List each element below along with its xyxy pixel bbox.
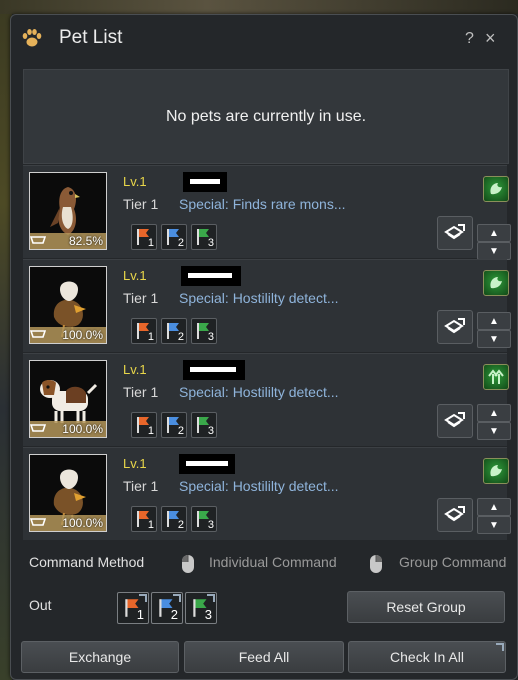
help-button[interactable]: ? bbox=[465, 30, 474, 48]
corner-marker-icon bbox=[207, 594, 215, 602]
swap-icon bbox=[444, 318, 465, 334]
exchange-button[interactable]: Exchange bbox=[21, 641, 179, 673]
food-bowl-icon bbox=[30, 424, 46, 432]
food-bowl-icon bbox=[30, 330, 46, 338]
pet-portrait[interactable]: 100.0% bbox=[29, 454, 107, 532]
pet-portrait[interactable]: 100.0% bbox=[29, 360, 107, 438]
out-group-2-button[interactable]: 2 bbox=[151, 592, 183, 624]
food-percent: 100.0% bbox=[62, 516, 103, 530]
food-bar: 100.0% bbox=[30, 327, 106, 343]
reset-group-button[interactable]: Reset Group bbox=[347, 591, 505, 623]
food-bar: 100.0% bbox=[30, 421, 106, 437]
pet-tier: Tier 1 bbox=[123, 290, 159, 306]
move-up-button[interactable]: ▲ bbox=[477, 224, 511, 242]
background-top bbox=[0, 0, 518, 14]
group-command-option[interactable]: Group Command bbox=[399, 554, 506, 570]
move-down-button[interactable]: ▼ bbox=[477, 422, 511, 440]
food-bowl-icon bbox=[30, 518, 46, 526]
move-up-button[interactable]: ▲ bbox=[477, 404, 511, 422]
out-label: Out bbox=[29, 597, 52, 613]
pet-name-redacted bbox=[181, 266, 241, 286]
pet-portrait[interactable]: 100.0% bbox=[29, 266, 107, 344]
out-group-1-button[interactable]: 1 bbox=[117, 592, 149, 624]
individual-command-option[interactable]: Individual Command bbox=[209, 554, 337, 570]
pet-level: Lv.1 bbox=[123, 268, 147, 283]
right-mouse-icon bbox=[370, 555, 382, 573]
food-bowl-icon bbox=[30, 236, 46, 244]
move-down-button[interactable]: ▼ bbox=[477, 516, 511, 534]
no-pets-message: No pets are currently in use. bbox=[165, 107, 367, 125]
food-bar: 100.0% bbox=[30, 515, 106, 531]
swap-button[interactable] bbox=[437, 404, 473, 438]
pet-name-redacted bbox=[179, 454, 235, 474]
pet-name-redacted bbox=[183, 360, 245, 380]
swap-button[interactable] bbox=[437, 216, 473, 250]
pet-portrait[interactable]: 82.5% bbox=[29, 172, 107, 250]
pet-special: Special: Hostililty detect... bbox=[179, 290, 339, 306]
corner-marker-icon bbox=[173, 594, 181, 602]
command-method-label: Command Method bbox=[29, 554, 145, 570]
pet-list-window: Pet List ? × No pets are currently in us… bbox=[10, 14, 518, 680]
left-mouse-icon bbox=[182, 555, 194, 573]
swap-icon bbox=[444, 224, 465, 240]
skill-growth-icon[interactable] bbox=[483, 364, 509, 390]
group-1-toggle[interactable]: 1 bbox=[131, 224, 157, 250]
pet-tier: Tier 1 bbox=[123, 196, 159, 212]
skill-hunt-icon[interactable] bbox=[483, 458, 509, 484]
pet-row[interactable]: 100.0% Lv.1 Tier 1 Special: Hostililty d… bbox=[23, 447, 511, 540]
group-2-toggle[interactable]: 2 bbox=[161, 318, 187, 344]
move-down-button[interactable]: ▼ bbox=[477, 242, 511, 260]
skill-hunt-icon[interactable] bbox=[483, 270, 509, 296]
pet-tier: Tier 1 bbox=[123, 384, 159, 400]
pet-level: Lv.1 bbox=[123, 174, 147, 189]
pet-special: Special: Hostililty detect... bbox=[179, 384, 339, 400]
group-3-toggle[interactable]: 3 bbox=[191, 224, 217, 250]
move-down-button[interactable]: ▼ bbox=[477, 330, 511, 348]
pet-special: Special: Hostililty detect... bbox=[179, 478, 339, 494]
group-2-toggle[interactable]: 2 bbox=[161, 506, 187, 532]
swap-icon bbox=[444, 506, 465, 522]
food-bar: 82.5% bbox=[30, 233, 106, 249]
feed-all-button[interactable]: Feed All bbox=[184, 641, 344, 673]
check-in-all-button[interactable]: Check In All bbox=[348, 641, 506, 673]
group-1-toggle[interactable]: 1 bbox=[131, 412, 157, 438]
pet-level: Lv.1 bbox=[123, 362, 147, 377]
group-2-toggle[interactable]: 2 bbox=[161, 224, 187, 250]
status-panel: No pets are currently in use. bbox=[23, 69, 509, 164]
out-group-3-button[interactable]: 3 bbox=[185, 592, 217, 624]
pet-level: Lv.1 bbox=[123, 456, 147, 471]
pet-row[interactable]: 100.0% Lv.1 Tier 1 Special: Hostililty d… bbox=[23, 259, 511, 352]
swap-icon bbox=[444, 412, 465, 428]
group-1-toggle[interactable]: 1 bbox=[131, 318, 157, 344]
pet-special: Special: Finds rare mons... bbox=[179, 196, 346, 212]
paw-icon bbox=[22, 29, 42, 47]
corner-marker-icon bbox=[139, 594, 147, 602]
food-percent: 82.5% bbox=[68, 234, 103, 248]
group-3-toggle[interactable]: 3 bbox=[191, 318, 217, 344]
close-button[interactable]: × bbox=[485, 28, 496, 49]
window-title: Pet List bbox=[59, 27, 123, 48]
skill-hunt-icon[interactable] bbox=[483, 176, 509, 202]
group-3-toggle[interactable]: 3 bbox=[191, 412, 217, 438]
pet-name-redacted bbox=[183, 172, 227, 192]
food-percent: 100.0% bbox=[62, 422, 103, 436]
group-3-toggle[interactable]: 3 bbox=[191, 506, 217, 532]
food-percent: 100.0% bbox=[62, 328, 103, 342]
title-bar[interactable]: Pet List ? × bbox=[11, 15, 517, 61]
pet-tier: Tier 1 bbox=[123, 478, 159, 494]
corner-marker-icon bbox=[496, 643, 504, 651]
move-up-button[interactable]: ▲ bbox=[477, 312, 511, 330]
group-1-toggle[interactable]: 1 bbox=[131, 506, 157, 532]
group-2-toggle[interactable]: 2 bbox=[161, 412, 187, 438]
pet-row[interactable]: 100.0% Lv.1 Tier 1 Special: Hostililty d… bbox=[23, 353, 511, 446]
check-in-all-label: Check In All bbox=[390, 649, 464, 665]
swap-button[interactable] bbox=[437, 310, 473, 344]
move-up-button[interactable]: ▲ bbox=[477, 498, 511, 516]
pet-row[interactable]: 82.5% Lv.1 Tier 1 Special: Finds rare mo… bbox=[23, 165, 511, 260]
swap-button[interactable] bbox=[437, 498, 473, 532]
